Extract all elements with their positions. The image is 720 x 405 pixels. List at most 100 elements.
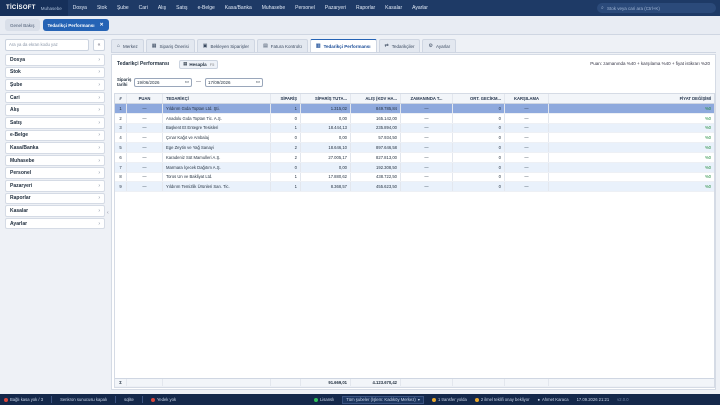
sidebar-item-alis[interactable]: Alış › xyxy=(5,104,105,116)
tab-merkez[interactable]: ⌂ Merkez xyxy=(111,39,144,52)
chevron-down-icon: ▾ xyxy=(417,397,420,402)
column-header[interactable]: FİYAT DEĞİŞİMİ xyxy=(549,94,714,103)
table-cell: 0 xyxy=(271,162,301,172)
sidebar-search-input[interactable]: Ara ya da ekran kodu yaz xyxy=(5,38,89,51)
table-row[interactable]: 9— Yıldırım Temizlik Ürünleri San. Tic. 1 8… xyxy=(115,182,714,193)
document-icon: ▤ xyxy=(263,43,268,49)
table-row[interactable]: 6— Karadeniz Süt Mamulleri A.Ş. 2 27.005,17… xyxy=(115,152,714,163)
menu-personel[interactable]: Personel xyxy=(290,5,320,11)
table-row[interactable]: 3— Başkent Et Entegre Tesisleri 1 18.444,13… xyxy=(115,123,714,134)
menu-alis[interactable]: Alış xyxy=(153,5,171,11)
error-dot-icon xyxy=(4,397,8,402)
status-approval-alert[interactable]: 2 ilmel teklifi onay bekliyor xyxy=(474,397,529,402)
sidebar-item-label: Satış xyxy=(10,119,22,126)
tab-label: Bekleyen Siparişler xyxy=(210,43,250,49)
table-cell: 0,00 xyxy=(301,133,351,143)
tab-fatura-kontrolu[interactable]: ▤ Fatura Kontrolü xyxy=(257,39,308,52)
sidebar-item-muhasebe[interactable]: Muhasebe › xyxy=(5,154,105,167)
sidebar-item-satis[interactable]: Satış › xyxy=(5,116,105,129)
sidebar-item-personel[interactable]: Personel › xyxy=(5,167,105,179)
brand[interactable]: TİCİSOFT Muhasebe xyxy=(0,0,68,16)
table-row[interactable]: 4— Çınar Kağıt ve Ambalaj 0 0,00 57.934,50—0… xyxy=(115,133,714,144)
status-backup[interactable]: Yedek yok xyxy=(150,397,176,402)
sidebar-resize-handle[interactable]: ‹ xyxy=(107,210,109,216)
table-row[interactable]: 7— Marmara İçecek Dağıtım A.Ş. 0 0,00 192.30… xyxy=(115,162,714,173)
global-search[interactable]: ⌕ Stok veya cari ara (Ctrl+K) xyxy=(597,3,716,13)
menu-satis[interactable]: Satış xyxy=(171,5,192,11)
sidebar-item-label: Cari xyxy=(10,94,20,101)
sidebar-item-kasalar[interactable]: Kasalar › xyxy=(5,205,105,217)
table-total-row: Σ 91.669,01 4.123.670,42 xyxy=(115,378,714,387)
column-header[interactable]: # xyxy=(115,94,127,103)
sidebar-item-label: Raporlar xyxy=(10,195,31,202)
status-transfer-alert[interactable]: 1 transfer yolda xyxy=(431,397,467,402)
menu-kasalar[interactable]: Kasalar xyxy=(380,5,407,11)
calculate-button[interactable]: ▦ Hesapla F5 xyxy=(179,59,219,69)
sidebar-item-pazaryeri[interactable]: Pazaryeri › xyxy=(5,179,105,192)
calendar-icon[interactable]: ▭ xyxy=(256,79,260,85)
table-cell: — xyxy=(505,162,549,172)
sidebar-item-dosya[interactable]: Dosya › xyxy=(5,54,105,66)
column-header[interactable]: SİPARİŞ xyxy=(271,94,301,103)
status-user[interactable]: ● Ahmet Karaca xyxy=(537,397,568,402)
status-sync[interactable]: Senkron sunucusu kapalı xyxy=(60,397,107,402)
column-header[interactable]: ORT. GECİKM... xyxy=(453,94,505,103)
menu-sube[interactable]: Şube xyxy=(112,5,134,11)
menu-ebelge[interactable]: e-Belge xyxy=(193,5,220,11)
close-icon[interactable]: ✕ xyxy=(99,22,103,28)
menu-cari[interactable]: Cari xyxy=(134,5,153,11)
calendar-icon[interactable]: ▭ xyxy=(185,79,189,85)
tab-ayarlar[interactable]: ⚙ Ayarlar xyxy=(422,39,457,52)
status-text: Senkron sunucusu kapalı xyxy=(60,397,108,402)
sidebar-item-ebelge[interactable]: e-Belge › xyxy=(5,129,105,142)
sidebar-item-raporlar[interactable]: Raporlar › xyxy=(5,192,105,205)
sidebar-item-kasa-banka[interactable]: Kasa/Banka › xyxy=(5,142,105,154)
menu-ayarlar[interactable]: Ayarlar xyxy=(407,5,433,11)
status-cash-register[interactable]: Bağlı kasa yok / 3 xyxy=(4,397,43,402)
table-cell: 0 xyxy=(453,172,505,182)
table-row[interactable]: 2— Anadolu Gıda Toptan Tic. A.Ş. 0 0,00 165.… xyxy=(115,113,714,124)
tab-bekleyen-siparisler[interactable]: ▣ Bekleyen Siparişler xyxy=(196,39,256,52)
table-cell: 235.894,00 xyxy=(351,123,401,133)
table-row[interactable]: 8— Toros Un ve Bakliyat Ltd. 1 17.880,62 438… xyxy=(115,172,714,183)
menu-kasa-banka[interactable]: Kasa/Banka xyxy=(220,5,257,11)
menu-muhasebe[interactable]: Muhasebe xyxy=(257,5,290,11)
date-from-input[interactable]: 19/06/2026 ▭ xyxy=(134,77,192,87)
menu-dosya[interactable]: Dosya xyxy=(68,5,92,11)
table-row[interactable]: 1— Yıldırım Gıda Toptan Ltd. Şti. 1 1.315,0… xyxy=(115,104,714,114)
sidebar-item-label: Pazaryeri xyxy=(10,182,33,189)
sidebar-item-sube[interactable]: Şube › xyxy=(5,79,105,91)
tab-tedarikci-performansi[interactable]: ▥ Tedarikçi Performansı xyxy=(309,39,377,52)
sidebar-item-label: Personel xyxy=(10,170,32,177)
table-cell: Başkent Et Entegre Tesisleri xyxy=(163,123,271,133)
tab-siparis-onerisi[interactable]: ▦ Sipariş Önerisi xyxy=(145,39,195,52)
table-cell: 7 xyxy=(115,162,127,172)
menu-stok[interactable]: Stok xyxy=(92,5,112,11)
column-header[interactable]: TEDARİKÇİ xyxy=(163,94,271,103)
collapse-sidebar-button[interactable]: « xyxy=(93,38,105,51)
table-cell: 0 xyxy=(453,143,505,152)
column-header[interactable]: ZAMANINDA T... xyxy=(401,94,453,103)
status-text: Lisanslı xyxy=(320,397,335,402)
chevron-right-icon: › xyxy=(98,182,100,189)
sidebar-item-ayarlar[interactable]: Ayarlar › xyxy=(5,217,105,230)
column-header[interactable]: ALIŞ (KDV HA... xyxy=(351,94,401,103)
menu-raporlar[interactable]: Raporlar xyxy=(351,5,380,11)
column-header[interactable]: SİPARİŞ TUTA... xyxy=(301,94,351,103)
table-row[interactable]: 5— Ege Zeytin ve Yağ Sanayi 2 18.646,10 897.… xyxy=(115,143,714,153)
chart-icon: ▥ xyxy=(315,43,321,49)
table-cell: 1 xyxy=(271,104,301,113)
date-to-value: 17/09/2026 xyxy=(208,79,231,85)
column-header[interactable]: PUAN xyxy=(127,94,163,103)
module-tabs: ⌂ Merkez ▦ Sipariş Önerisi ▣ Bekleyen Sipar… xyxy=(111,38,716,53)
column-header[interactable]: KARŞILAMA xyxy=(505,94,549,103)
sidebar-item-stok[interactable]: Stok › xyxy=(5,66,105,79)
page-tab-overview[interactable]: Genel Bakış xyxy=(5,19,40,31)
sidebar-item-cari[interactable]: Cari › xyxy=(5,91,105,104)
date-to-input[interactable]: 17/09/2026 ▭ xyxy=(205,77,263,87)
menu-pazaryeri[interactable]: Pazaryeri xyxy=(320,5,351,11)
tab-tedarikciler[interactable]: ⇄ Tedarikçiler xyxy=(378,39,421,52)
page-tab-supplier-performance[interactable]: Tedarikçi Performansı ✕ xyxy=(42,19,109,31)
branch-selector[interactable]: Tüm şubeler (İşlem: Kadıköy Merkez) ▾ xyxy=(342,395,424,404)
status-license: Lisanslı xyxy=(314,397,334,402)
